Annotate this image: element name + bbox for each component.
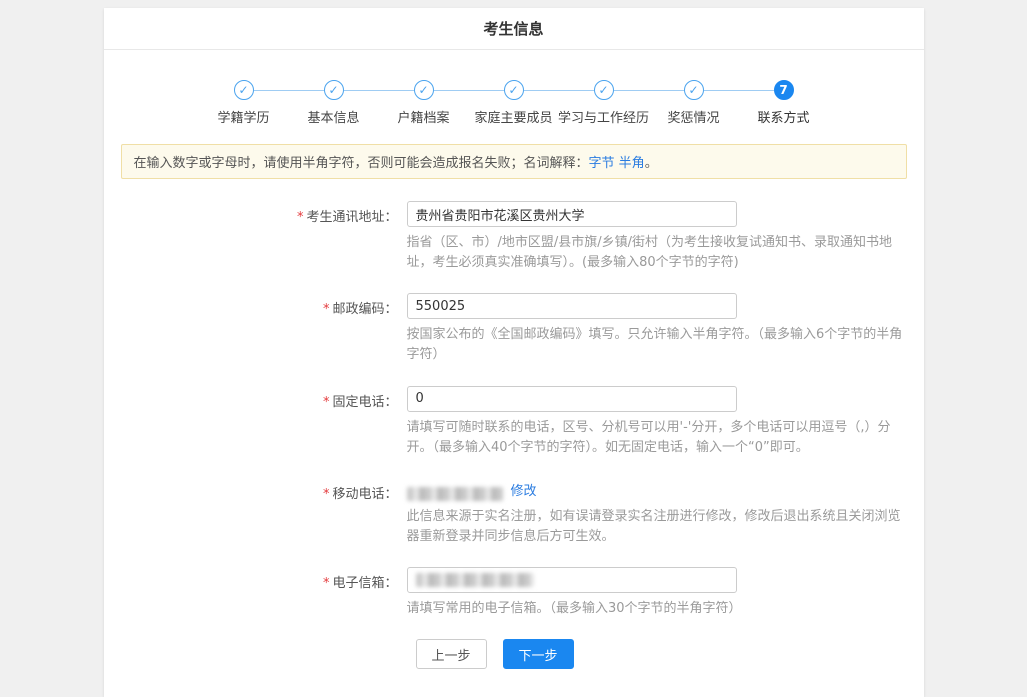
address-label: 考生通讯地址： bbox=[306, 210, 397, 225]
stepper: ✓ 学籍学历 ✓ 基本信息 ✓ 户籍档案 ✓ 家庭主要成员 ✓ 学习与工作经历 … bbox=[104, 50, 924, 122]
step-current-icon: 7 bbox=[774, 80, 794, 100]
step-label: 奖惩情况 bbox=[668, 107, 720, 126]
landline-help-text: 请填写可随时联系的电话，区号、分机号可以用'-'分开，多个电话可以用逗号（,）分… bbox=[407, 418, 903, 458]
candidate-info-card: 考生信息 ✓ 学籍学历 ✓ 基本信息 ✓ 户籍档案 ✓ 家庭主要成员 ✓ 学习与… bbox=[104, 8, 924, 697]
previous-step-button[interactable]: 上一步 bbox=[416, 639, 487, 669]
required-mark: * bbox=[323, 395, 330, 410]
step-done-icon: ✓ bbox=[234, 80, 254, 100]
field-label: *邮政编码： bbox=[104, 293, 407, 365]
halfwidth-notice-banner: 在输入数字或字母时，请使用半角字符，否则可能会造成报名失败；名词解释：字节 半角… bbox=[121, 144, 907, 179]
step-label: 户籍档案 bbox=[398, 107, 450, 126]
notice-suffix: 。 bbox=[645, 156, 658, 171]
stepper-item-household-file[interactable]: ✓ 户籍档案 bbox=[414, 80, 434, 100]
mobile-modify-link[interactable]: 修改 bbox=[511, 484, 537, 499]
step-done-icon: ✓ bbox=[414, 80, 434, 100]
mobile-label: 移动电话： bbox=[332, 487, 397, 502]
step-connector bbox=[614, 90, 684, 91]
required-mark: * bbox=[323, 487, 330, 502]
step-connector bbox=[254, 90, 324, 91]
address-input[interactable] bbox=[407, 201, 737, 227]
step-done-icon: ✓ bbox=[684, 80, 704, 100]
step-connector bbox=[704, 90, 774, 91]
step-done-icon: ✓ bbox=[504, 80, 524, 100]
step-connector bbox=[344, 90, 414, 91]
landline-input[interactable] bbox=[407, 386, 737, 412]
required-mark: * bbox=[323, 576, 330, 591]
form-actions: 上一步 下一步 bbox=[416, 639, 924, 697]
stepper-item-family-members[interactable]: ✓ 家庭主要成员 bbox=[504, 80, 524, 100]
step-label: 家庭主要成员 bbox=[475, 107, 553, 126]
email-value-redacted bbox=[416, 573, 534, 587]
step-connector bbox=[434, 90, 504, 91]
postcode-label: 邮政编码： bbox=[332, 302, 397, 317]
email-help-text: 请填写常用的电子信箱。（最多输入30个字节的半角字符） bbox=[407, 599, 903, 619]
field-label: *电子信箱： bbox=[104, 567, 407, 619]
field-label: *移动电话： bbox=[104, 478, 407, 547]
glossary-link-byte[interactable]: 字节 bbox=[589, 156, 615, 171]
postcode-help-text: 按国家公布的《全国邮政编码》填写。只允许输入半角字符。（最多输入6个字节的半角字… bbox=[407, 325, 903, 365]
stepper-item-study-work-experience[interactable]: ✓ 学习与工作经历 bbox=[594, 80, 614, 100]
step-done-icon: ✓ bbox=[324, 80, 344, 100]
mobile-help-text: 此信息来源于实名注册，如有误请登录实名注册进行修改，修改后退出系统且关闭浏览器重… bbox=[407, 507, 903, 547]
step-label: 学习与工作经历 bbox=[558, 107, 649, 126]
postcode-input[interactable] bbox=[407, 293, 737, 319]
stepper-item-basic-info[interactable]: ✓ 基本信息 bbox=[324, 80, 344, 100]
notice-text: 在输入数字或字母时，请使用半角字符，否则可能会造成报名失败；名词解释： bbox=[134, 156, 589, 171]
email-label: 电子信箱： bbox=[332, 576, 397, 591]
page-title: 考生信息 bbox=[104, 8, 924, 50]
landline-label: 固定电话： bbox=[332, 395, 397, 410]
step-done-icon: ✓ bbox=[594, 80, 614, 100]
step-label: 基本信息 bbox=[308, 107, 360, 126]
stepper-item-contact-info[interactable]: 7 联系方式 bbox=[774, 80, 794, 100]
step-connector bbox=[524, 90, 594, 91]
form-row-landline: *固定电话： 请填写可随时联系的电话，区号、分机号可以用'-'分开，多个电话可以… bbox=[104, 386, 924, 458]
field-label: *固定电话： bbox=[104, 386, 407, 458]
contact-info-form: *考生通讯地址： 指省（区、市）/地市区盟/县市旗/乡镇/街村（为考生接收复试通… bbox=[104, 201, 924, 697]
stepper-item-rewards-punishments[interactable]: ✓ 奖惩情况 bbox=[684, 80, 704, 100]
form-row-postcode: *邮政编码： 按国家公布的《全国邮政编码》填写。只允许输入半角字符。（最多输入6… bbox=[104, 293, 924, 365]
email-input[interactable] bbox=[407, 567, 737, 593]
form-row-address: *考生通讯地址： 指省（区、市）/地市区盟/县市旗/乡镇/街村（为考生接收复试通… bbox=[104, 201, 924, 273]
address-help-text: 指省（区、市）/地市区盟/县市旗/乡镇/街村（为考生接收复试通知书、录取通知书地… bbox=[407, 233, 903, 273]
stepper-item-academic-record[interactable]: ✓ 学籍学历 bbox=[234, 80, 254, 100]
step-label: 学籍学历 bbox=[218, 107, 270, 126]
field-label: *考生通讯地址： bbox=[104, 201, 407, 273]
form-row-email: *电子信箱： 请填写常用的电子信箱。（最多输入30个字节的半角字符） bbox=[104, 567, 924, 619]
required-mark: * bbox=[323, 302, 330, 317]
next-step-button[interactable]: 下一步 bbox=[503, 639, 574, 669]
glossary-link-halfwidth[interactable]: 半角 bbox=[619, 156, 645, 171]
required-mark: * bbox=[297, 210, 304, 225]
mobile-number-redacted bbox=[407, 487, 503, 501]
step-label: 联系方式 bbox=[758, 107, 810, 126]
form-row-mobile: *移动电话： 修改 此信息来源于实名注册，如有误请登录实名注册进行修改，修改后退… bbox=[104, 478, 924, 547]
